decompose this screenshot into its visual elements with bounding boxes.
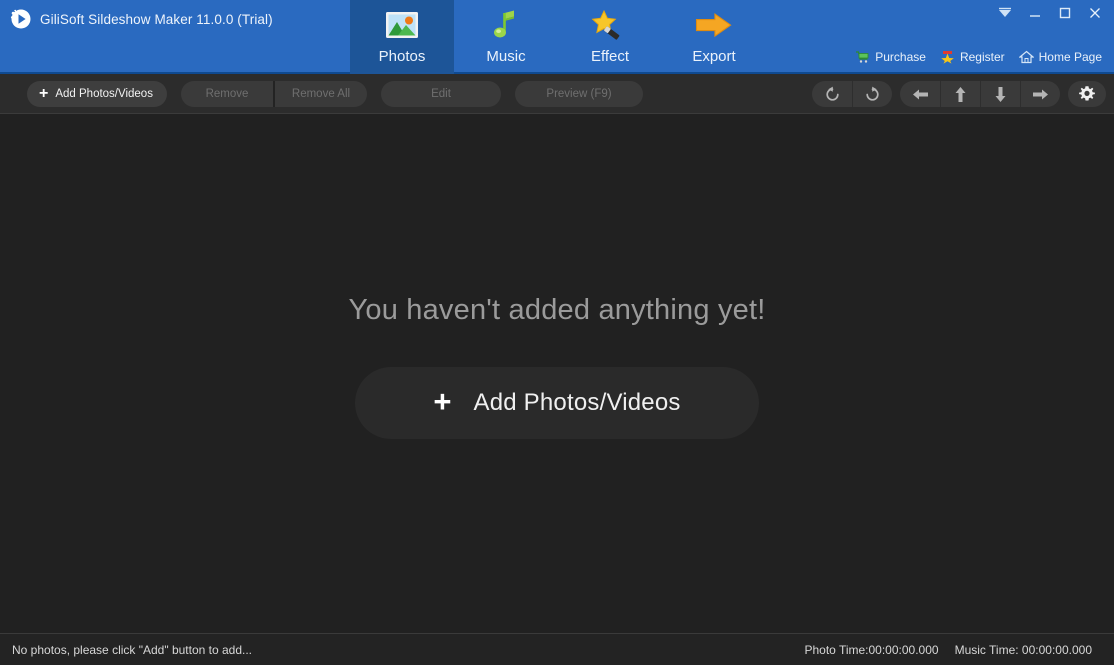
- remove-button[interactable]: Remove: [181, 80, 273, 107]
- move-group: [900, 81, 1060, 107]
- close-button[interactable]: [1084, 4, 1106, 22]
- rotate-group: [812, 81, 892, 107]
- tab-effect-label: Effect: [590, 48, 630, 65]
- preview-button-label: Preview (F9): [546, 87, 612, 100]
- add-photos-videos-button[interactable]: + Add Photos/Videos: [27, 80, 167, 107]
- rotate-left-icon[interactable]: [812, 81, 852, 107]
- purchase-link[interactable]: Purchase: [855, 49, 926, 64]
- app-identity: GiliSoft Sildeshow Maker 11.0.0 (Trial): [0, 0, 340, 30]
- tab-photos[interactable]: Photos: [350, 0, 454, 74]
- home-page-link[interactable]: Home Page: [1018, 49, 1102, 64]
- register-link[interactable]: Register: [940, 49, 1005, 64]
- music-time-value: Music Time: 00:00:00.000: [954, 642, 1092, 657]
- tab-music-label: Music: [486, 48, 526, 65]
- window-controls: [994, 4, 1106, 22]
- magic-wand-icon: [587, 6, 633, 46]
- application-window: GiliSoft Sildeshow Maker 11.0.0 (Trial) …: [0, 0, 1114, 665]
- tab-effect[interactable]: Effect: [558, 0, 662, 74]
- title-bar: GiliSoft Sildeshow Maker 11.0.0 (Trial) …: [0, 0, 1114, 74]
- home-page-link-label: Home Page: [1038, 49, 1102, 64]
- play-sparkle-icon: [9, 8, 31, 30]
- maximize-button[interactable]: [1054, 4, 1076, 22]
- remove-button-label: Remove: [205, 87, 249, 100]
- add-photos-videos-large-label: Add Photos/Videos: [473, 389, 681, 416]
- photo-time-value: Photo Time:00:00:00.000: [804, 642, 939, 657]
- add-photos-videos-large-button[interactable]: + Add Photos/Videos: [355, 367, 759, 439]
- settings-group: [1068, 81, 1106, 107]
- star-badge-icon: [940, 49, 955, 64]
- top-links: Purchase Register Home Page: [855, 49, 1102, 64]
- remove-all-button-label: Remove All: [291, 87, 351, 100]
- window-title: GiliSoft Sildeshow Maker 11.0.0 (Trial): [40, 11, 273, 27]
- tab-export[interactable]: Export: [662, 0, 766, 74]
- empty-state-message: You haven't added anything yet!: [348, 294, 766, 326]
- move-left-icon[interactable]: [900, 81, 940, 107]
- tab-photos-label: Photos: [378, 48, 426, 65]
- move-down-icon[interactable]: [980, 81, 1020, 107]
- plus-icon-large: +: [433, 384, 452, 419]
- remove-all-button[interactable]: Remove All: [275, 80, 367, 107]
- plus-icon: +: [39, 84, 49, 102]
- photo-icon: [379, 6, 425, 46]
- edit-button-label: Edit: [431, 87, 451, 100]
- skin-menu-button[interactable]: [994, 4, 1016, 22]
- music-note-icon: [483, 6, 529, 46]
- purchase-link-label: Purchase: [875, 49, 926, 64]
- tab-export-label: Export: [692, 48, 736, 65]
- tab-music[interactable]: Music: [454, 0, 558, 74]
- rotate-right-icon[interactable]: [852, 81, 892, 107]
- add-photos-videos-label: Add Photos/Videos: [55, 87, 153, 100]
- home-icon: [1018, 49, 1034, 64]
- action-toolbar: + Add Photos/Videos Remove Remove All Ed…: [0, 74, 1114, 114]
- move-right-icon[interactable]: [1020, 81, 1060, 107]
- status-message: No photos, please click "Add" button to …: [12, 642, 252, 657]
- status-bar: No photos, please click "Add" button to …: [0, 633, 1114, 665]
- remove-button-group: Remove Remove All: [181, 80, 367, 107]
- main-nav-tabs: Photos Music Effect Export: [350, 0, 766, 74]
- register-link-label: Register: [959, 49, 1005, 64]
- preview-button[interactable]: Preview (F9): [515, 80, 643, 107]
- edit-button[interactable]: Edit: [381, 80, 501, 107]
- move-up-icon[interactable]: [940, 81, 980, 107]
- arrow-right-icon: [691, 6, 737, 46]
- status-times: Photo Time:00:00:00.000 Music Time: 00:0…: [804, 643, 1092, 657]
- toolbar-right-group: [812, 81, 1106, 107]
- main-content-area: You haven't added anything yet! + Add Ph…: [0, 114, 1114, 633]
- settings-gear-icon[interactable]: [1068, 81, 1106, 107]
- cart-icon: [855, 49, 870, 64]
- minimize-button[interactable]: [1024, 4, 1046, 22]
